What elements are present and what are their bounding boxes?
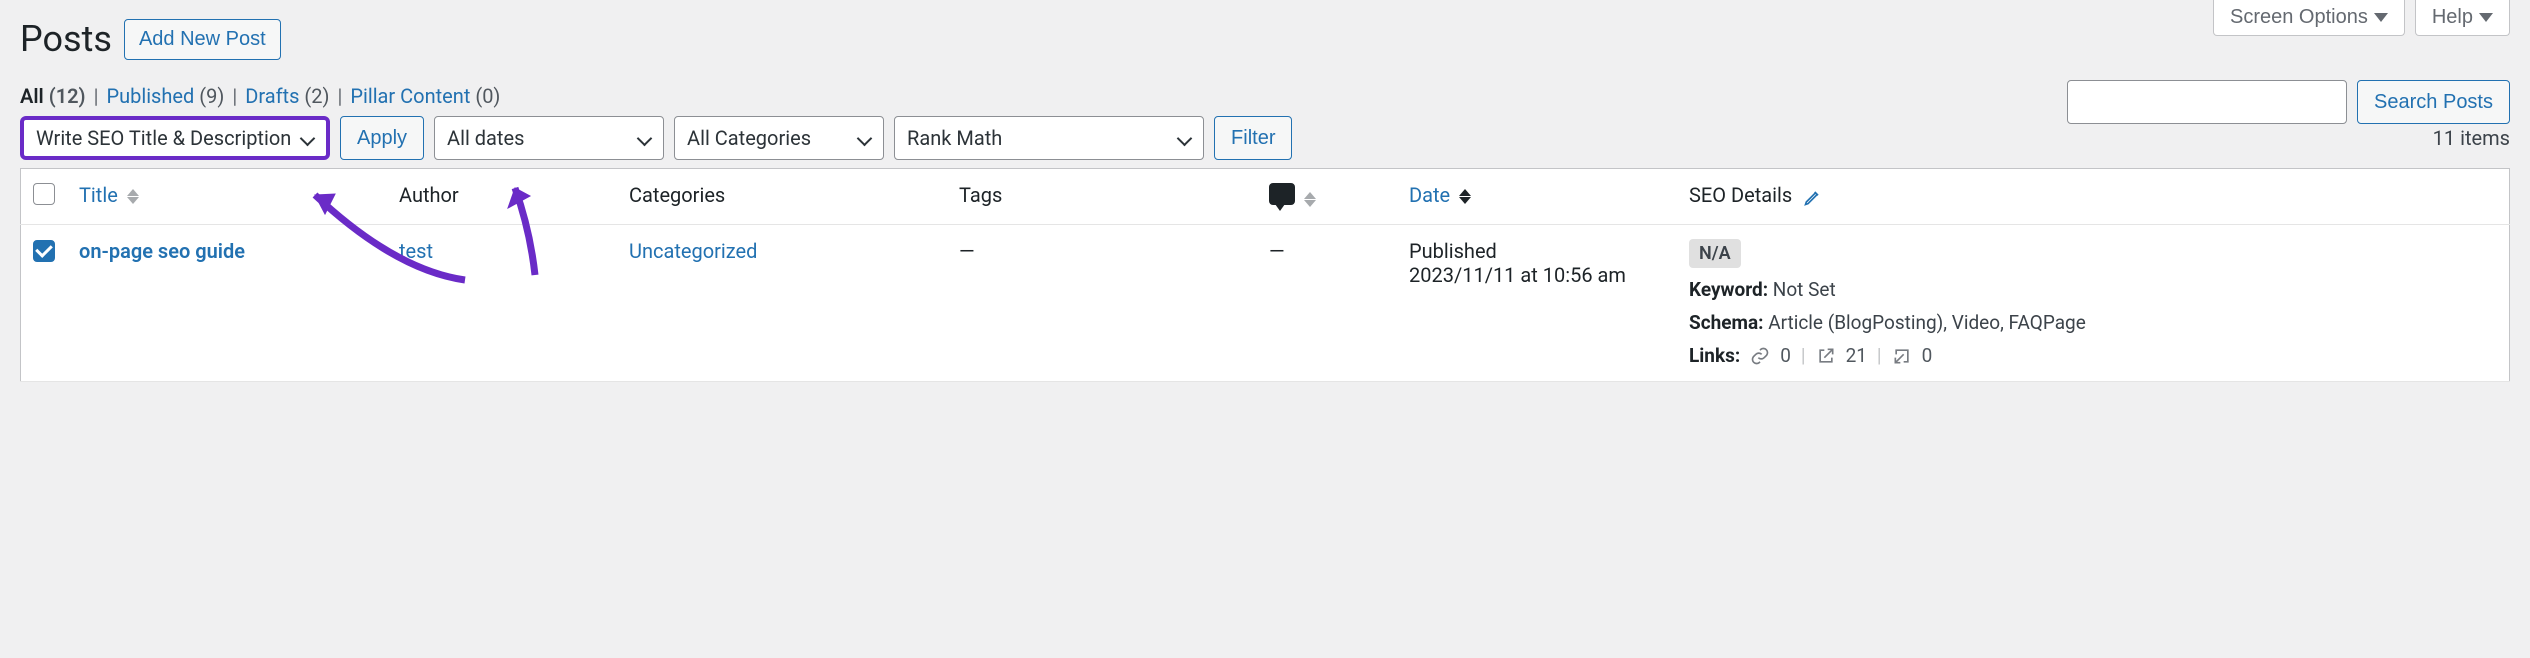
sort-icon (1459, 189, 1471, 204)
chevron-down-icon (300, 130, 316, 146)
posts-table: Title Author Categories Tags Date SEO De… (20, 168, 2510, 382)
column-author: Author (387, 169, 617, 225)
sort-icon (1304, 192, 1316, 207)
tags-cell: — (947, 225, 1257, 382)
seo-details-cell: N/A Keyword: Not Set Schema: Article (Bl… (1677, 225, 2510, 382)
category-link[interactable]: Uncategorized (629, 239, 757, 263)
seo-score-badge: N/A (1689, 239, 1741, 268)
help-toggle[interactable]: Help (2415, 0, 2510, 36)
filter-pillar-content[interactable]: Pillar Content (0) (350, 84, 500, 108)
help-label: Help (2432, 6, 2473, 29)
external-link-icon (1816, 346, 1836, 366)
rankmath-filter-select[interactable]: Rank Math (894, 116, 1204, 160)
comments-cell: — (1257, 225, 1397, 382)
page-title: Posts (20, 18, 112, 60)
incoming-link-icon (1892, 346, 1912, 366)
search-input[interactable] (2067, 80, 2347, 124)
column-comments[interactable] (1257, 169, 1397, 225)
dates-filter-select[interactable]: All dates (434, 116, 664, 160)
column-categories: Categories (617, 169, 947, 225)
column-tags: Tags (947, 169, 1257, 225)
select-all-checkbox[interactable] (33, 183, 55, 205)
column-date[interactable]: Date (1397, 169, 1677, 225)
sort-icon (127, 189, 139, 204)
link-icon (1750, 346, 1770, 366)
chevron-down-icon (1177, 130, 1193, 146)
bulk-action-select[interactable]: Write SEO Title & Description (20, 116, 330, 160)
row-checkbox[interactable] (33, 240, 55, 262)
add-new-post-button[interactable]: Add New Post (124, 19, 281, 60)
post-title-link[interactable]: on-page seo guide (79, 239, 245, 263)
chevron-down-icon (857, 130, 873, 146)
filter-drafts[interactable]: Drafts (2) (245, 84, 329, 108)
comment-icon (1269, 183, 1295, 205)
chevron-down-icon (637, 130, 653, 146)
column-seo-details: SEO Details (1677, 169, 2510, 225)
date-cell: Published 2023/11/11 at 10:56 am (1397, 225, 1677, 382)
screen-options-label: Screen Options (2230, 6, 2368, 29)
chevron-down-icon (2479, 13, 2493, 22)
pencil-icon[interactable] (1803, 187, 1823, 207)
filter-all[interactable]: All (12) (20, 84, 86, 108)
bulk-action-value: Write SEO Title & Description (36, 126, 291, 150)
search-posts-button[interactable]: Search Posts (2357, 80, 2510, 124)
filter-button[interactable]: Filter (1214, 116, 1292, 160)
author-link[interactable]: test (399, 239, 433, 263)
column-title[interactable]: Title (67, 169, 387, 225)
chevron-down-icon (2374, 13, 2388, 22)
categories-filter-select[interactable]: All Categories (674, 116, 884, 160)
screen-options-toggle[interactable]: Screen Options (2213, 0, 2405, 36)
apply-button[interactable]: Apply (340, 116, 424, 160)
items-count: 11 items (2433, 126, 2510, 150)
table-row: on-page seo guide test Uncategorized — —… (21, 225, 2510, 382)
filter-published[interactable]: Published (9) (106, 84, 224, 108)
